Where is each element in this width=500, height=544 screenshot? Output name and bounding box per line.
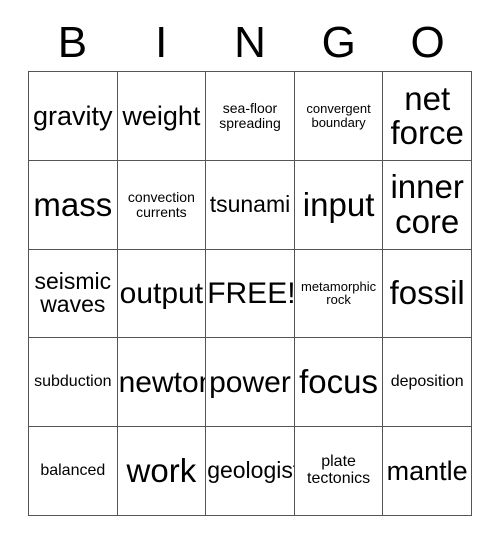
bingo-cell-label: balanced — [40, 461, 106, 479]
bingo-header-letter-g: G — [321, 17, 356, 67]
bingo-cell[interactable]: mantle — [383, 427, 472, 516]
bingo-header-letter-o: O — [410, 17, 445, 67]
bingo-cell[interactable]: net force — [383, 72, 472, 161]
bingo-cell-label: mass — [33, 185, 113, 223]
bingo-cell[interactable]: tsunami — [206, 160, 295, 250]
bingo-cell[interactable]: input — [294, 160, 384, 250]
bingo-cell[interactable]: output — [117, 249, 207, 339]
bingo-cell-label: subduction — [34, 372, 112, 390]
bingo-cell[interactable]: plate tectonics — [294, 427, 384, 516]
bingo-cell[interactable]: geologist — [206, 427, 295, 516]
bingo-row: seismic waves output FREE! metamorphic r… — [29, 249, 472, 339]
bingo-card: B I N G O gravity weight sea-floor sprea… — [28, 14, 472, 516]
bingo-cell-label: weight — [122, 100, 201, 131]
bingo-cell-label: convergent boundary — [306, 101, 371, 130]
bingo-cell-label: metamorphic rock — [301, 278, 377, 308]
bingo-cell-label: input — [302, 185, 375, 223]
bingo-cell[interactable]: seismic waves — [29, 249, 118, 339]
bingo-cell-label: mantle — [386, 456, 468, 487]
bingo-cell-label: FREE! — [207, 276, 295, 310]
bingo-cell-free[interactable]: FREE! — [206, 249, 295, 339]
bingo-cell-label: deposition — [390, 372, 464, 390]
bingo-cell[interactable]: convergent boundary — [294, 72, 384, 161]
bingo-cell[interactable]: fossil — [383, 249, 472, 339]
bingo-cell-label: inner core — [390, 168, 464, 240]
bingo-header-letter-b: B — [57, 17, 88, 67]
bingo-cell-label: newton — [118, 365, 207, 399]
bingo-cell-label: focus — [299, 363, 379, 401]
bingo-cell-label: tsunami — [209, 190, 291, 217]
bingo-cell-label: output — [119, 276, 204, 310]
bingo-header-letter-i: I — [155, 17, 168, 67]
bingo-row: balanced work geologist plate tectonics … — [29, 427, 472, 516]
bingo-cell[interactable]: balanced — [29, 427, 118, 516]
bingo-cell-label: plate tectonics — [307, 453, 371, 488]
bingo-cell[interactable]: focus — [294, 338, 384, 428]
bingo-cell-label: fossil — [389, 274, 465, 312]
bingo-cell-label: work — [126, 451, 197, 489]
bingo-cell[interactable]: convection currents — [117, 160, 207, 250]
bingo-cell[interactable]: inner core — [383, 160, 472, 250]
bingo-header: B I N G O — [28, 14, 472, 71]
bingo-cell[interactable]: metamorphic rock — [294, 249, 384, 339]
bingo-cell[interactable]: work — [117, 427, 207, 516]
bingo-grid: gravity weight sea-floor spreading conve… — [28, 71, 472, 516]
bingo-cell[interactable]: newton — [117, 338, 207, 428]
bingo-cell-label: convection currents — [127, 189, 195, 220]
bingo-row: mass convection currents tsunami input i… — [29, 160, 472, 250]
bingo-cell-label: sea-floor spreading — [219, 100, 281, 131]
bingo-cell-label: net force — [390, 79, 464, 151]
bingo-cell-label: power — [209, 365, 291, 399]
bingo-row: subduction newton power focus deposition — [29, 338, 472, 428]
bingo-cell[interactable]: subduction — [29, 338, 118, 428]
bingo-header-letter-n: N — [234, 17, 266, 67]
bingo-cell[interactable]: sea-floor spreading — [206, 72, 295, 161]
bingo-cell-label: seismic waves — [34, 267, 112, 318]
bingo-row: gravity weight sea-floor spreading conve… — [29, 72, 472, 161]
bingo-cell[interactable]: deposition — [383, 338, 472, 428]
bingo-cell[interactable]: mass — [29, 160, 118, 250]
bingo-cell-label: gravity — [33, 100, 113, 131]
bingo-cell[interactable]: power — [206, 338, 295, 428]
bingo-cell[interactable]: gravity — [29, 72, 118, 161]
bingo-cell[interactable]: weight — [117, 72, 207, 161]
bingo-cell-label: geologist — [207, 457, 295, 484]
